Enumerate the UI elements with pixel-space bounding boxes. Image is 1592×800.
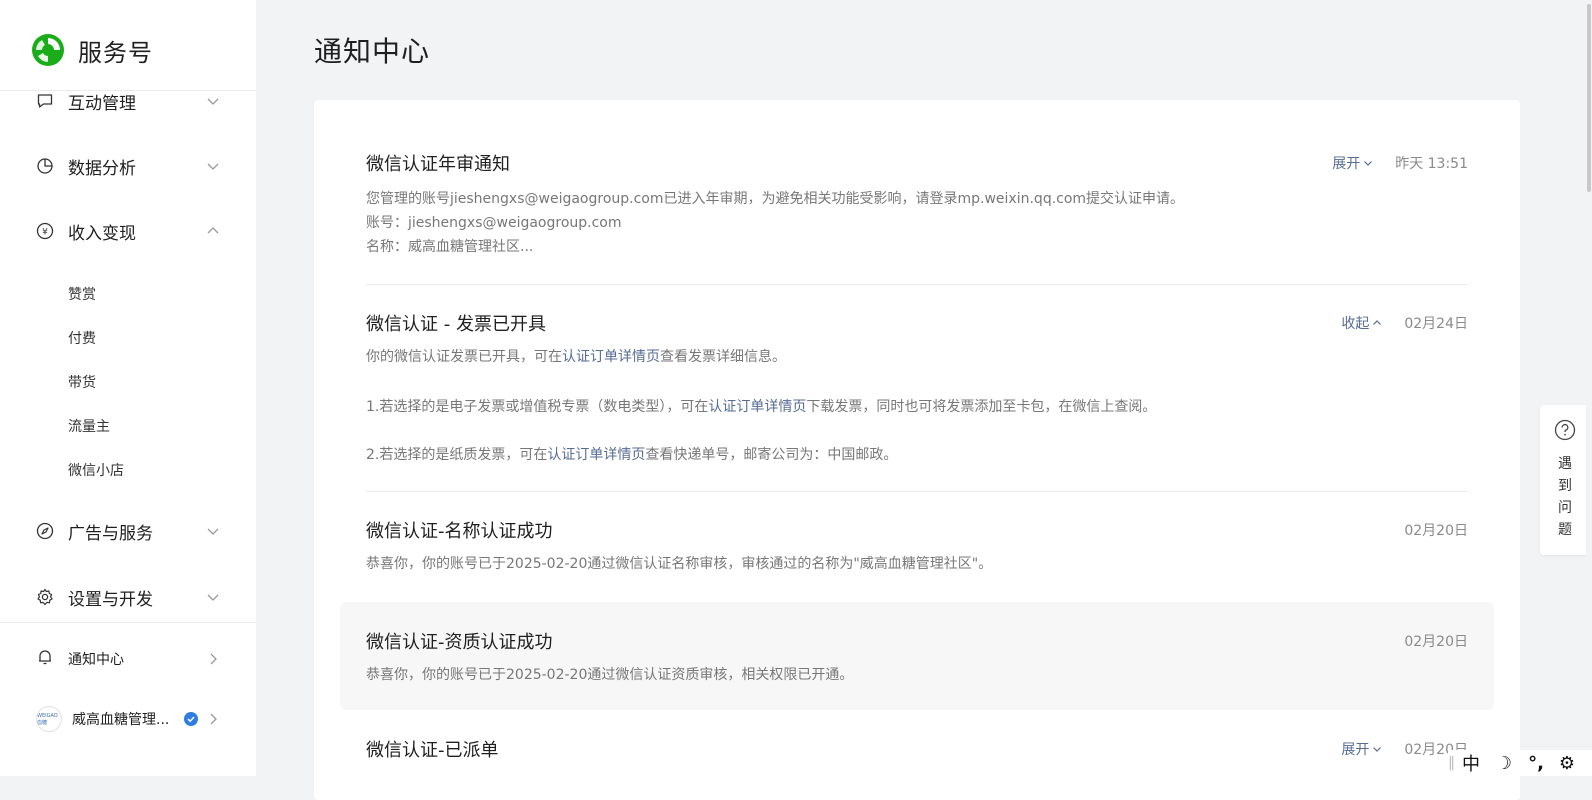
expand-toggle[interactable]: 展开	[1341, 739, 1382, 759]
notification-item[interactable]: 微信认证-已派单 展开 02月20日	[366, 736, 1468, 776]
svg-text:¥: ¥	[42, 228, 48, 238]
collapse-label: 收起	[1341, 316, 1370, 332]
sidebar-subitem-wechat-shop[interactable]: 微信小店	[68, 460, 124, 480]
chevron-down-icon	[1364, 161, 1373, 166]
notification-text: 名称：威高血糖管理社区...	[366, 239, 534, 255]
sidebar: 服务号 互动管理 数据分析 ¥ 收入变现 赞赏 付费 带货 流量主 微信小店 广…	[0, 0, 256, 776]
ime-toolbar: ‖ 中 ☽ °, ⚙	[1448, 750, 1592, 776]
brand-name: 服务号	[78, 38, 153, 67]
sidebar-item-interaction[interactable]: 互动管理	[36, 86, 226, 116]
ime-language-toggle[interactable]: 中	[1454, 750, 1488, 776]
sidebar-subitem-commerce[interactable]: 带货	[68, 372, 96, 392]
notification-meta: 02月20日	[1404, 631, 1468, 651]
notification-meta: 收起 02月24日	[1341, 313, 1468, 333]
chevron-right-icon	[210, 653, 217, 665]
pie-chart-icon	[36, 157, 54, 175]
gear-icon	[36, 588, 54, 606]
notification-center-label: 通知中心	[68, 652, 124, 668]
sidebar-item-label: 数据分析	[68, 158, 136, 179]
chevron-right-icon	[210, 713, 217, 725]
chevron-up-icon	[1373, 320, 1382, 325]
notification-time: 02月20日	[1404, 634, 1468, 650]
notification-item[interactable]: 微信认证 - 发票已开具 收起 02月24日 你的微信认证发票已开具，可在认证订…	[366, 310, 1468, 470]
notification-meta: 02月20日	[1404, 520, 1468, 540]
sidebar-item-monetization[interactable]: ¥ 收入变现	[36, 216, 226, 246]
notification-title: 微信认证-已派单	[366, 740, 499, 761]
sidebar-item-label: 设置与开发	[68, 589, 153, 610]
divider	[366, 491, 1468, 492]
question-mark-icon	[1554, 419, 1576, 441]
notification-item-hovered[interactable]: 微信认证-资质认证成功 02月20日 恭喜你，你的账号已于2025-02-20通…	[340, 602, 1494, 710]
chevron-up-icon	[207, 227, 219, 234]
sidebar-item-ads-services[interactable]: 广告与服务	[36, 516, 226, 546]
notification-text: 恭喜你，你的账号已于2025-02-20通过微信认证资质审核，相关权限已开通。	[366, 667, 854, 683]
brand-logo[interactable]: 服务号	[30, 32, 153, 68]
notification-time: 02月20日	[1404, 523, 1468, 539]
account-name: 威高血糖管理...	[72, 712, 170, 728]
notification-title: 微信认证年审通知	[366, 154, 510, 175]
collapse-toggle[interactable]: 收起	[1341, 313, 1382, 333]
notification-title: 微信认证-名称认证成功	[366, 521, 553, 542]
notification-list: 微信认证年审通知 展开 昨天 13:51 您管理的账号jieshengxs@we…	[314, 100, 1520, 800]
chevron-down-icon	[207, 594, 219, 601]
notification-text: 你的微信认证发票已开具，可在认证订单详情页查看发票详细信息。	[366, 349, 786, 365]
help-button[interactable]: 遇 到 问 题	[1540, 405, 1590, 555]
notification-title: 微信认证-资质认证成功	[366, 632, 553, 653]
notification-text: 您管理的账号jieshengxs@weigaogroup.com已进入年审期，为…	[366, 191, 1185, 207]
divider	[366, 284, 1468, 285]
expand-toggle[interactable]: 展开	[1332, 153, 1373, 173]
order-detail-link[interactable]: 认证订单详情页	[708, 399, 806, 415]
notification-text: 2.若选择的是纸质发票，可在认证订单详情页查看快递单号，邮寄公司为：中国邮政。	[366, 447, 898, 463]
compass-icon	[36, 522, 54, 540]
chevron-down-icon	[1373, 747, 1382, 752]
sidebar-account[interactable]: WEIGAO血糖 威高血糖管理...	[36, 704, 220, 734]
sidebar-item-notification-center[interactable]: 通知中心	[36, 644, 220, 674]
bell-icon	[36, 648, 54, 670]
notification-item[interactable]: 微信认证-名称认证成功 02月20日 恭喜你，你的账号已于2025-02-20通…	[366, 517, 1468, 577]
scrollbar-thumb[interactable]	[1587, 4, 1591, 192]
chat-icon	[36, 92, 54, 110]
notification-item[interactable]: 微信认证年审通知 展开 昨天 13:51 您管理的账号jieshengxs@we…	[366, 150, 1468, 260]
page-title: 通知中心	[314, 35, 431, 68]
notification-text: 账号：jieshengxs@weigaogroup.com	[366, 215, 622, 231]
sidebar-item-label: 广告与服务	[68, 523, 153, 544]
service-account-logo-icon	[32, 34, 64, 66]
notification-text: 1.若选择的是电子发票或增值税专票（数电类型），可在认证订单详情页下载发票，同时…	[366, 399, 1157, 415]
notification-meta: 展开 昨天 13:51	[1332, 153, 1468, 173]
order-detail-link[interactable]: 认证订单详情页	[562, 349, 660, 365]
sidebar-subitem-traffic-host[interactable]: 流量主	[68, 416, 110, 436]
sidebar-item-label: 收入变现	[68, 223, 136, 244]
notification-time: 昨天 13:51	[1395, 156, 1468, 172]
sidebar-bottom-divider	[0, 622, 256, 623]
sidebar-item-label: 互动管理	[68, 93, 136, 114]
punctuation-icon[interactable]: °,	[1520, 753, 1552, 774]
notification-time: 02月24日	[1404, 316, 1468, 332]
order-detail-link[interactable]: 认证订单详情页	[547, 447, 645, 463]
chevron-down-icon	[207, 163, 219, 170]
chevron-down-icon	[207, 528, 219, 535]
expand-label: 展开	[1332, 156, 1361, 172]
help-label: 遇 到 问 题	[1558, 456, 1572, 538]
sidebar-item-data-analysis[interactable]: 数据分析	[36, 151, 226, 181]
sidebar-subitem-paid[interactable]: 付费	[68, 328, 96, 348]
expand-label: 展开	[1341, 742, 1370, 758]
moon-icon[interactable]: ☽	[1488, 753, 1520, 774]
avatar: WEIGAO血糖	[36, 706, 62, 732]
chevron-down-icon	[207, 98, 219, 105]
settings-icon[interactable]: ⚙	[1552, 753, 1582, 774]
yen-icon: ¥	[36, 222, 54, 240]
notification-title: 微信认证 - 发票已开具	[366, 314, 546, 335]
sidebar-subitem-reward[interactable]: 赞赏	[68, 284, 96, 304]
notification-text: 恭喜你，你的账号已于2025-02-20通过微信认证名称审核，审核通过的名称为"…	[366, 556, 993, 572]
verified-badge-icon	[184, 712, 198, 726]
sidebar-item-settings-dev[interactable]: 设置与开发	[36, 582, 226, 612]
